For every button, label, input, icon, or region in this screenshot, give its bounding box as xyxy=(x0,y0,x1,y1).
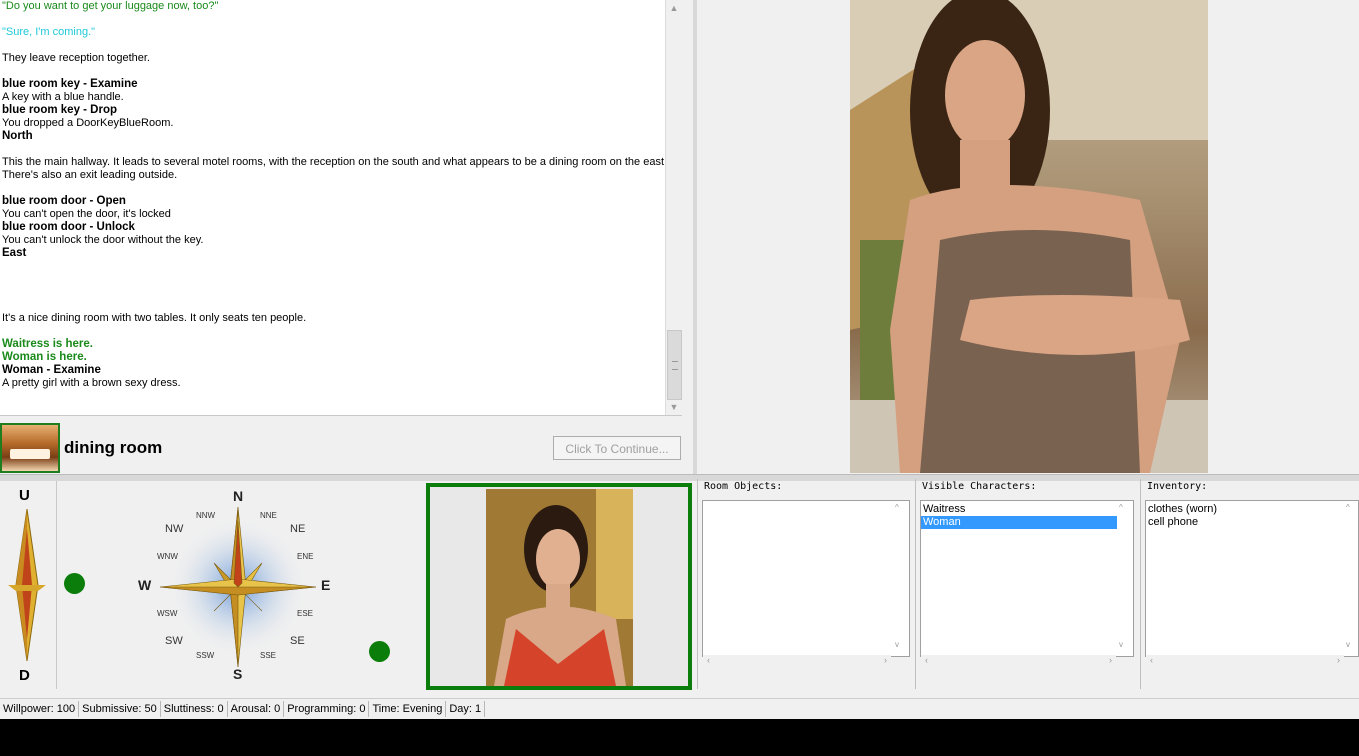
status-programming: Programming: 0 xyxy=(284,701,370,717)
room-objects-title: Room Objects: xyxy=(704,481,783,492)
visible-characters-hscroll[interactable]: ‹ › xyxy=(921,655,1116,669)
scroll-down-arrow-icon[interactable]: ▼ xyxy=(666,399,682,415)
log-spacer xyxy=(2,260,663,273)
compass-sse[interactable]: SSE xyxy=(260,651,276,660)
status-time: Time: Evening xyxy=(369,701,447,717)
log-line: "Sure, I'm coming." xyxy=(2,26,96,38)
compass-southwest[interactable]: SW xyxy=(165,635,183,647)
log-spacer xyxy=(2,39,663,52)
scroll-thumb[interactable] xyxy=(667,330,682,400)
compass-east[interactable]: E xyxy=(321,577,330,593)
compass-southeast[interactable]: SE xyxy=(290,635,305,647)
log-line: They leave reception together. xyxy=(2,52,150,64)
visible-characters-panel: Visible Characters: Waitress Woman ‹ › ^ v xyxy=(915,479,1138,689)
continue-button[interactable]: Click To Continue... xyxy=(553,436,681,460)
character-portrait-frame[interactable] xyxy=(426,483,692,690)
compass-northwest[interactable]: NW xyxy=(165,523,183,535)
character-portrait-small xyxy=(486,489,633,686)
inventory-item[interactable]: clothes (worn) xyxy=(1146,503,1358,516)
game-window: "Do you want to get your luggage now, to… xyxy=(0,0,1359,719)
log-line: East xyxy=(2,247,27,259)
log-spacer xyxy=(2,65,663,78)
status-bar: Willpower: 100 Submissive: 50 Sluttiness: … xyxy=(0,698,1359,719)
story-log[interactable]: "Do you want to get your luggage now, to… xyxy=(0,0,665,415)
story-log-content: "Do you want to get your luggage now, to… xyxy=(0,0,665,390)
inventory-title: Inventory: xyxy=(1147,481,1208,492)
log-line: You can't unlock the door without the ke… xyxy=(2,234,204,246)
up-down-arrow-icon[interactable] xyxy=(8,509,46,661)
log-line: blue room key - Examine xyxy=(2,78,138,90)
log-line: "Do you want to get your luggage now, to… xyxy=(2,0,219,12)
log-line: You can't open the door, it's locked xyxy=(2,208,171,220)
log-spacer xyxy=(2,273,663,286)
compass-wsw[interactable]: WSW xyxy=(157,609,177,618)
up-down-panel: U D xyxy=(0,481,57,689)
log-line: Woman is here. xyxy=(2,351,87,363)
status-sluttiness: Sluttiness: 0 xyxy=(161,701,228,717)
compass-wnw[interactable]: WNW xyxy=(157,552,178,561)
compass-ene[interactable]: ENE xyxy=(297,552,313,561)
log-line: blue room key - Drop xyxy=(2,104,118,116)
character-list-item[interactable]: Woman xyxy=(921,516,1117,529)
compass-ese[interactable]: ESE xyxy=(297,609,313,618)
status-submissive: Submissive: 50 xyxy=(79,701,161,717)
log-line: A key with a blue handle. xyxy=(2,91,124,103)
room-objects-panel: Room Objects: ‹ › ^ v xyxy=(697,479,914,689)
scroll-up-arrow-icon[interactable]: ▲ xyxy=(666,0,682,16)
status-day: Day: 1 xyxy=(446,701,486,717)
up-button[interactable]: U xyxy=(19,487,30,504)
log-spacer xyxy=(2,325,663,338)
inventory-hscroll[interactable]: ‹ › xyxy=(1146,655,1344,669)
log-line: There's also an exit leading outside. xyxy=(2,169,178,181)
room-name: dining room xyxy=(64,438,163,457)
compass-panel: N S E W NE NW SE SW NNE NNW ENE ESE WNW … xyxy=(57,481,420,689)
compass-south[interactable]: S xyxy=(233,666,242,682)
log-line: Woman - Examine xyxy=(2,364,101,376)
log-spacer xyxy=(2,286,663,299)
log-spacer xyxy=(2,299,663,312)
inventory-item[interactable]: cell phone xyxy=(1146,516,1358,529)
room-objects-list[interactable] xyxy=(702,500,910,657)
log-line: It's a nice dining room with two tables.… xyxy=(2,312,307,324)
compass-nne[interactable]: NNE xyxy=(260,511,277,520)
compass-indicator-dot xyxy=(369,641,390,662)
log-line: blue room door - Open xyxy=(2,195,126,207)
log-line: Waitress is here. xyxy=(2,338,93,350)
visible-characters-title: Visible Characters: xyxy=(922,481,1037,492)
compass-north[interactable]: N xyxy=(233,488,243,504)
visible-characters-vscroll[interactable]: ^ v xyxy=(1119,500,1132,655)
status-arousal: Arousal: 0 xyxy=(228,701,285,717)
log-spacer xyxy=(2,13,663,26)
visible-characters-list[interactable]: Waitress Woman xyxy=(920,500,1134,657)
compass-northeast[interactable]: NE xyxy=(290,523,305,535)
log-spacer xyxy=(2,143,663,156)
down-button[interactable]: D xyxy=(19,667,30,684)
character-portrait-large xyxy=(850,0,1208,473)
inventory-panel: Inventory: clothes (worn) cell phone ‹ › ^… xyxy=(1140,479,1359,689)
log-spacer xyxy=(2,182,663,195)
compass-ssw[interactable]: SSW xyxy=(196,651,214,660)
log-line: North xyxy=(2,130,33,142)
compass-nnw[interactable]: NNW xyxy=(196,511,215,520)
inventory-vscroll[interactable]: ^ v xyxy=(1346,500,1359,655)
log-line: blue room door - Unlock xyxy=(2,221,135,233)
inventory-list[interactable]: clothes (worn) cell phone xyxy=(1145,500,1359,657)
character-list-item[interactable]: Waitress xyxy=(921,503,1117,516)
status-willpower: Willpower: 100 xyxy=(0,701,80,717)
compass-west[interactable]: W xyxy=(138,577,151,593)
room-thumbnail[interactable] xyxy=(0,423,60,473)
log-line: A pretty girl with a brown sexy dress. xyxy=(2,377,181,389)
log-line: You dropped a DoorKeyBlueRoom. xyxy=(2,117,174,129)
room-objects-vscroll[interactable]: ^ v xyxy=(895,500,908,655)
story-log-scrollbar[interactable]: ▲ ▼ xyxy=(665,0,682,415)
room-objects-hscroll[interactable]: ‹ › xyxy=(703,655,891,669)
log-line: This the main hallway. It leads to sever… xyxy=(2,156,665,168)
